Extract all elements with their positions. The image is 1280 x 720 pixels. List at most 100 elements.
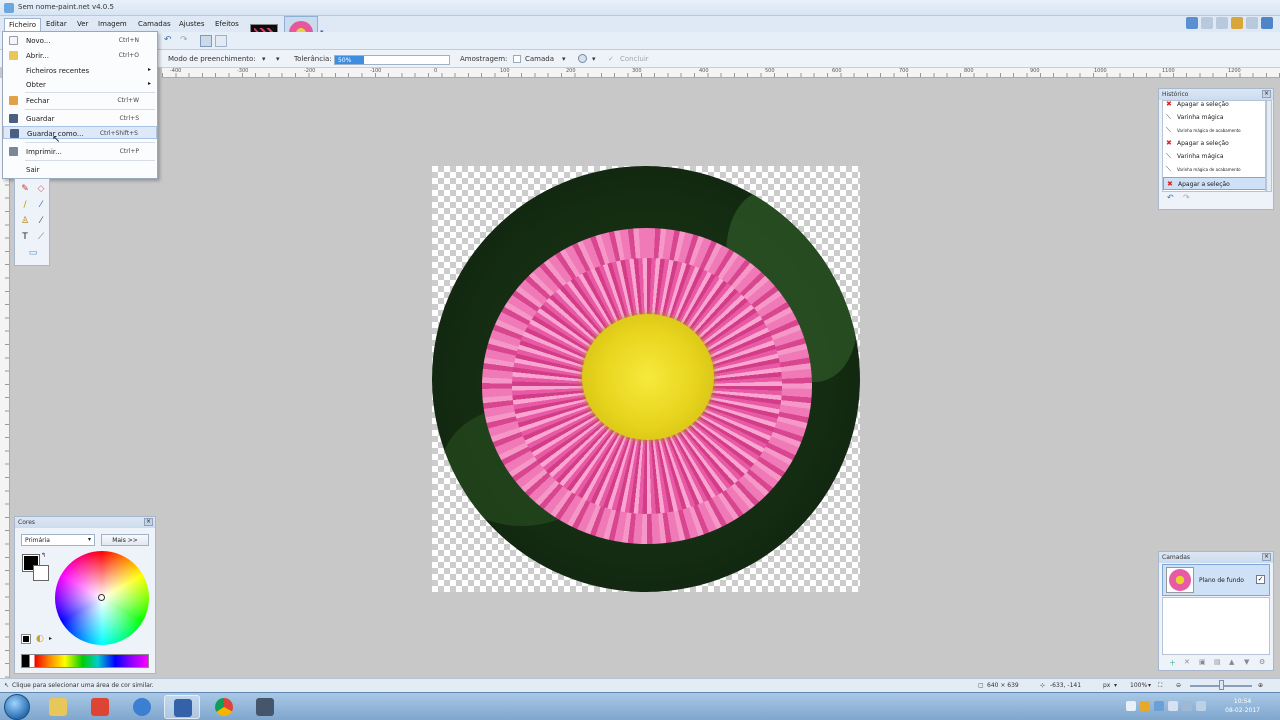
sampling-layer-icon[interactable] bbox=[513, 55, 521, 63]
zoom-in-icon[interactable]: ⊕ bbox=[1258, 682, 1263, 689]
palette-menu-icon[interactable]: ◐ bbox=[36, 634, 44, 644]
undo-icon[interactable]: ↶ bbox=[164, 35, 172, 45]
swap-colors-icon[interactable]: ↰ bbox=[41, 552, 46, 559]
taskbar-app-active[interactable] bbox=[164, 695, 200, 719]
clone-stamp-icon[interactable]: ♙ bbox=[19, 215, 31, 227]
color-picker-icon[interactable]: ⁄ bbox=[35, 199, 47, 211]
color-palette[interactable] bbox=[21, 654, 149, 668]
colors-window-icon[interactable] bbox=[1231, 17, 1243, 29]
taskbar-app[interactable] bbox=[247, 695, 283, 719]
menu-edit[interactable]: Editar bbox=[42, 18, 71, 31]
tray-extra-icon[interactable] bbox=[1196, 701, 1206, 711]
zoom-fit-icon[interactable]: ⛶ bbox=[1158, 682, 1162, 690]
menu-item-exit[interactable]: Sair bbox=[3, 163, 157, 176]
antialias-arrow-icon[interactable]: ▾ bbox=[592, 55, 596, 63]
fill-mode-dropdown-icon[interactable]: ▾ bbox=[262, 55, 266, 63]
menu-item-close[interactable]: Fechar Ctrl+W bbox=[3, 94, 157, 107]
taskbar-app[interactable] bbox=[124, 695, 160, 719]
close-icon[interactable]: × bbox=[1262, 90, 1271, 98]
secondary-color-swatch[interactable] bbox=[33, 565, 49, 581]
menu-effects[interactable]: Efeitos bbox=[211, 18, 243, 31]
history-item[interactable]: ⟍ Varinha mágica bbox=[1163, 111, 1265, 124]
menu-item-open[interactable]: Abrir... Ctrl+O bbox=[3, 49, 157, 62]
layer-visibility-checkbox[interactable]: ✓ bbox=[1256, 575, 1265, 584]
layers-window-icon[interactable] bbox=[1216, 17, 1228, 29]
menu-adjustments[interactable]: Ajustes bbox=[175, 18, 209, 31]
recolor-icon[interactable]: ⁄ bbox=[35, 215, 47, 227]
menu-layers[interactable]: Camadas bbox=[134, 18, 175, 31]
shapes-icon[interactable]: ▭ bbox=[21, 247, 45, 259]
sampling-dropdown[interactable]: Camada bbox=[525, 55, 554, 63]
taskbar-app[interactable] bbox=[40, 695, 76, 719]
history-item[interactable]: ⟍ Varinha mágica de acabamento bbox=[1163, 163, 1265, 176]
tray-volume-icon[interactable] bbox=[1168, 701, 1178, 711]
menu-item-new[interactable]: Novo... Ctrl+N bbox=[3, 34, 157, 47]
menu-item-acquire[interactable]: Obter ▸ bbox=[3, 78, 157, 91]
pencil-icon[interactable]: ✎ bbox=[19, 183, 31, 195]
settings-gear-icon[interactable] bbox=[1246, 17, 1258, 29]
tray-network-icon[interactable] bbox=[1154, 701, 1164, 711]
tray-flag-icon[interactable] bbox=[1126, 701, 1136, 711]
zoom-level[interactable]: 100% bbox=[1130, 682, 1147, 689]
tolerance-slider[interactable]: 50% bbox=[334, 55, 450, 65]
image-canvas[interactable] bbox=[432, 166, 860, 592]
tray-power-icon[interactable] bbox=[1182, 701, 1192, 711]
zoom-slider-thumb[interactable] bbox=[1219, 680, 1224, 690]
unit-arrow-icon[interactable]: ▾ bbox=[1114, 682, 1117, 689]
duplicate-layer-icon[interactable]: ▣ bbox=[1199, 658, 1206, 666]
menu-file[interactable]: Ficheiro bbox=[4, 18, 42, 31]
move-down-icon[interactable]: ▼ bbox=[1244, 658, 1249, 666]
layer-properties-icon[interactable]: ⚙ bbox=[1259, 658, 1265, 666]
merge-layer-icon[interactable]: ▤ bbox=[1214, 658, 1221, 666]
finish-button[interactable]: Concluir bbox=[620, 55, 649, 63]
menu-item-save-as[interactable]: Guardar como... Ctrl+Shift+S bbox=[3, 126, 157, 139]
menu-item-recent-files[interactable]: Ficheiros recentes ▸ bbox=[3, 64, 157, 77]
menu-view[interactable]: Ver bbox=[73, 18, 92, 31]
unit-select[interactable]: px bbox=[1103, 682, 1110, 689]
layer-row[interactable]: Plano de fundo ✓ bbox=[1162, 564, 1270, 596]
delete-layer-icon[interactable]: ✕ bbox=[1184, 658, 1190, 666]
tray-app-icon[interactable] bbox=[1140, 701, 1150, 711]
history-item[interactable]: ⟍ Varinha mágica de acabamento bbox=[1163, 124, 1265, 137]
start-button[interactable] bbox=[4, 694, 30, 720]
menu-image[interactable]: Imagem bbox=[94, 18, 131, 31]
tools-window-icon[interactable] bbox=[1186, 17, 1198, 29]
fill-mode-arrow-icon[interactable]: ▾ bbox=[276, 55, 280, 63]
color-mode-select[interactable]: Primária ▾ bbox=[21, 534, 95, 546]
color-wheel[interactable] bbox=[55, 551, 149, 645]
more-colors-button[interactable]: Mais >> bbox=[101, 534, 149, 546]
text-icon[interactable]: T bbox=[19, 231, 31, 243]
history-window-icon[interactable] bbox=[1201, 17, 1213, 29]
history-item[interactable]: ✖ Apagar a seleção bbox=[1163, 137, 1265, 150]
redo-icon[interactable]: ↷ bbox=[180, 35, 188, 45]
line-curve-icon[interactable]: ⟋ bbox=[35, 231, 47, 243]
palette-arrow-icon[interactable]: ▸ bbox=[49, 635, 52, 642]
history-item[interactable]: ✖ Apagar a seleção bbox=[1163, 101, 1265, 111]
ruler-toggle-icon[interactable] bbox=[215, 35, 227, 47]
zoom-out-icon[interactable]: ⊖ bbox=[1176, 682, 1181, 689]
history-item-selected[interactable]: ✖ Apagar a seleção bbox=[1163, 177, 1265, 190]
grid-view-icon[interactable] bbox=[200, 35, 212, 47]
close-icon[interactable]: × bbox=[1262, 553, 1271, 561]
clock[interactable]: 10:54 08-02-2017 bbox=[1225, 697, 1260, 715]
history-redo-icon[interactable]: ↷ bbox=[1183, 193, 1190, 202]
eraser-icon[interactable]: ◇ bbox=[35, 183, 47, 195]
history-undo-icon[interactable]: ↶ bbox=[1167, 193, 1174, 202]
zoom-arrow-icon[interactable]: ▾ bbox=[1148, 682, 1151, 689]
paintbrush-icon[interactable]: / bbox=[19, 199, 31, 211]
history-scrollbar[interactable] bbox=[1266, 100, 1272, 192]
add-layer-icon[interactable]: ＋ bbox=[1169, 658, 1176, 668]
reset-colors-icon[interactable] bbox=[21, 634, 31, 644]
help-icon[interactable] bbox=[1261, 17, 1273, 29]
close-icon[interactable]: × bbox=[144, 518, 153, 526]
move-up-icon[interactable]: ▲ bbox=[1229, 658, 1234, 666]
menu-item-print[interactable]: Imprimir... Ctrl+P bbox=[3, 145, 157, 158]
menu-item-save[interactable]: Guardar Ctrl+S bbox=[3, 112, 157, 125]
taskbar-app[interactable] bbox=[82, 695, 118, 719]
history-item[interactable]: ⟍ Varinha mágica bbox=[1163, 150, 1265, 163]
antialias-icon[interactable] bbox=[578, 54, 587, 63]
finish-check-icon[interactable]: ✓ bbox=[608, 55, 614, 63]
color-wheel-cursor[interactable] bbox=[98, 594, 105, 601]
sampling-arrow-icon[interactable]: ▾ bbox=[562, 55, 566, 63]
taskbar-app[interactable] bbox=[206, 695, 242, 719]
